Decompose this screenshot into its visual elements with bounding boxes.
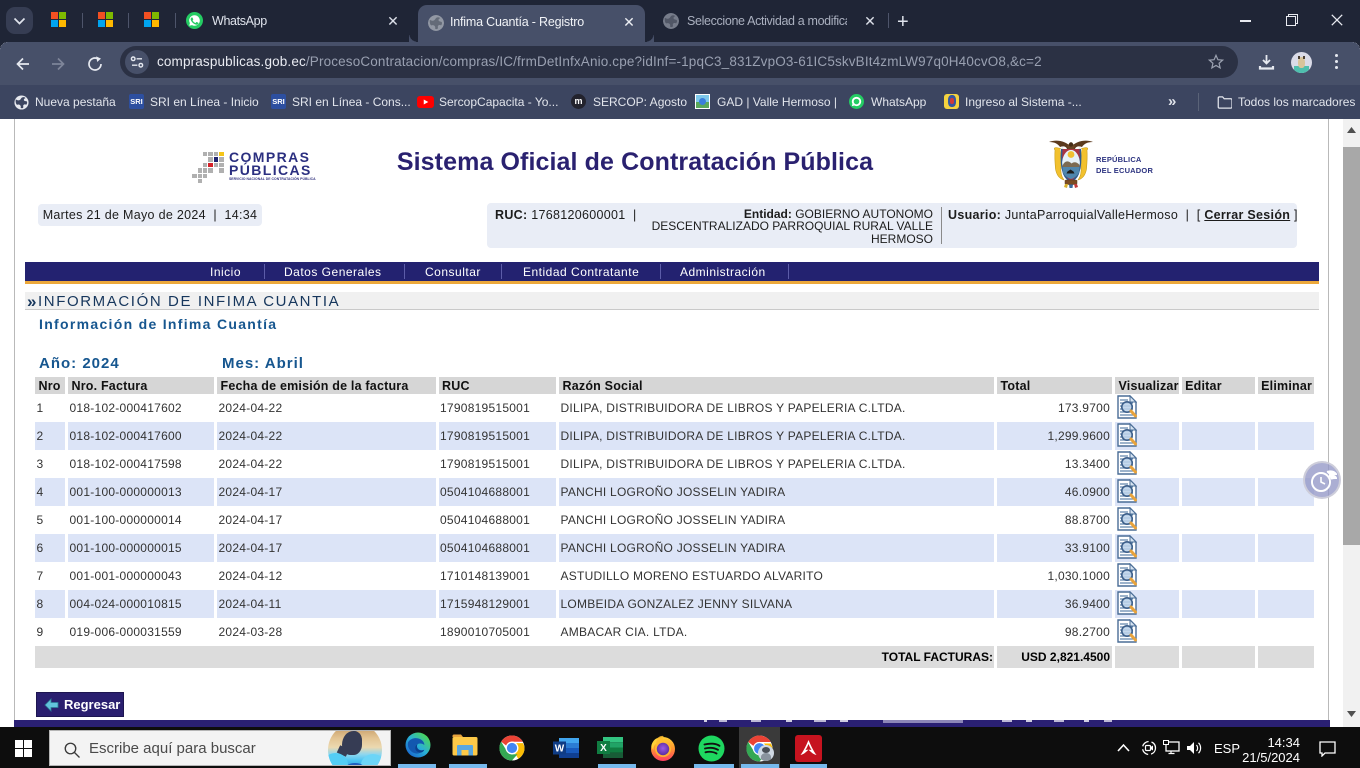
svg-text:X: X bbox=[600, 743, 607, 754]
svg-text:W: W bbox=[555, 744, 565, 755]
